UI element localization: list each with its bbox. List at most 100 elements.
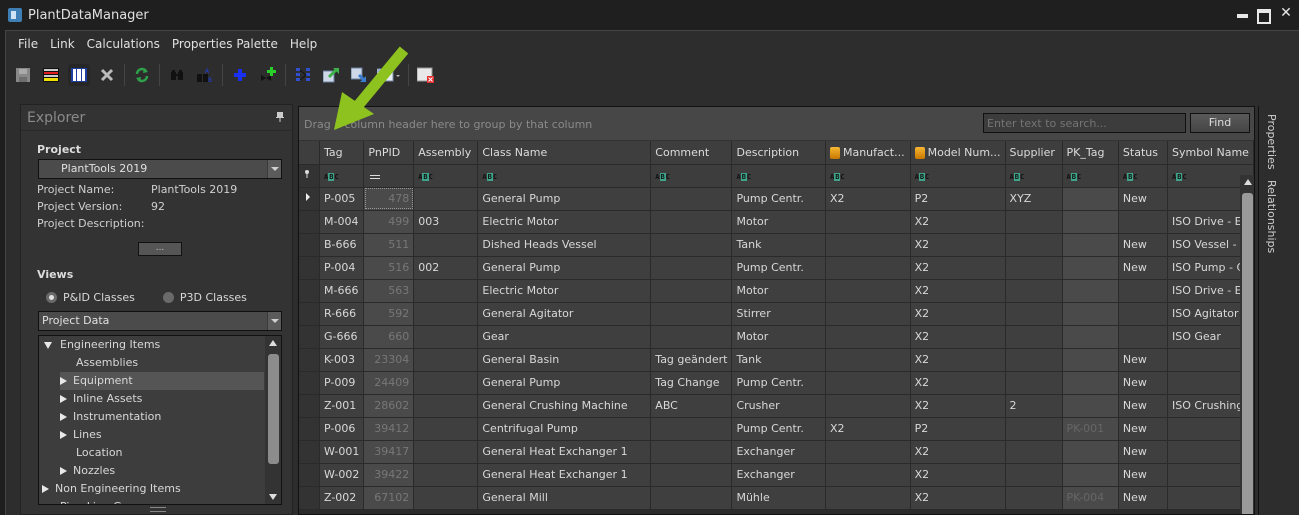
table-row[interactable]: P-004 516 002 General Pump Pump Centr. X2 New I… xyxy=(299,256,1254,280)
cell-comment[interactable]: Tag geändert xyxy=(650,348,733,372)
cell-pnpid[interactable]: 28602 xyxy=(363,394,415,418)
cell-model-number[interactable]: X2 xyxy=(910,233,1006,257)
row-indicator[interactable] xyxy=(299,210,320,234)
column-header-comment[interactable]: Comment xyxy=(650,141,733,165)
find-button[interactable] xyxy=(166,64,188,86)
cell-tag[interactable]: P-005 xyxy=(319,187,365,211)
search-input[interactable] xyxy=(983,113,1186,133)
text-filter-icon[interactable]: ABC xyxy=(1123,173,1138,181)
project-select[interactable]: PlantTools 2019 xyxy=(38,159,282,179)
cell-comment[interactable] xyxy=(650,279,733,303)
cell-description[interactable]: Exchanger xyxy=(731,463,826,487)
row-indicator[interactable] xyxy=(299,302,320,326)
cell-pk-tag[interactable] xyxy=(1062,463,1119,487)
cell-class-name[interactable]: General Basin xyxy=(477,348,652,372)
radio-p3d-classes[interactable] xyxy=(162,292,174,303)
cell-pnpid[interactable]: 39412 xyxy=(363,417,415,441)
cell-assembly[interactable] xyxy=(413,187,479,211)
tree-item-pipe-line-group[interactable]: Pipe Line Group xyxy=(60,498,147,504)
chevron-down-icon[interactable] xyxy=(267,160,281,178)
cell-comment[interactable] xyxy=(650,256,733,280)
cell-pk-tag[interactable] xyxy=(1062,233,1119,257)
cell-pk-tag[interactable] xyxy=(1062,348,1119,372)
cell-tag[interactable]: P-006 xyxy=(319,417,365,441)
cell-model-number[interactable]: X2 xyxy=(910,440,1006,464)
collapsed-icon[interactable] xyxy=(60,395,67,403)
filter-cell-model-number[interactable]: ABC xyxy=(910,164,1006,188)
data-source-select[interactable]: Project Data xyxy=(38,311,282,331)
radio-pid-classes-label[interactable]: P&ID Classes xyxy=(63,291,135,304)
column-header-model-number[interactable]: Model Num... xyxy=(910,141,1006,165)
cell-model-number[interactable]: X2 xyxy=(910,256,1006,280)
row-indicator[interactable] xyxy=(299,440,320,464)
grid-scroll-thumb[interactable] xyxy=(1242,193,1253,514)
cell-comment[interactable] xyxy=(650,233,733,257)
table-row[interactable]: Z-001 28602 General Crushing Machine ABC Cru… xyxy=(299,394,1254,418)
collapsed-icon[interactable] xyxy=(42,485,49,493)
cell-class-name[interactable]: Electric Motor xyxy=(477,279,652,303)
cell-class-name[interactable]: General Pump xyxy=(477,187,652,211)
cell-status[interactable]: New xyxy=(1118,417,1169,441)
cell-supplier[interactable] xyxy=(1005,371,1063,395)
cell-model-number[interactable]: P2 xyxy=(910,187,1006,211)
filter-cell-description[interactable]: ABC xyxy=(731,164,826,188)
cell-comment[interactable] xyxy=(650,325,733,349)
table-row[interactable]: G-666 660 Gear Motor X2 ISO Gear xyxy=(299,325,1254,349)
cell-assembly[interactable]: 002 xyxy=(413,256,479,280)
cell-supplier[interactable] xyxy=(1005,440,1063,464)
tree-item-engineering-items[interactable]: Engineering Items xyxy=(44,336,160,354)
cell-manufacturer[interactable] xyxy=(825,210,911,234)
tab-properties[interactable]: Properties xyxy=(1265,114,1278,170)
cell-description[interactable]: Motor xyxy=(731,210,826,234)
cell-class-name[interactable]: Centrifugal Pump xyxy=(477,417,652,441)
text-filter-icon[interactable]: ABC xyxy=(736,173,751,181)
row-indicator[interactable] xyxy=(299,233,320,257)
export-button[interactable] xyxy=(320,64,342,86)
row-indicator[interactable] xyxy=(299,417,320,441)
cell-assembly[interactable] xyxy=(413,394,479,418)
cell-pnpid[interactable]: 39422 xyxy=(363,463,415,487)
cell-tag[interactable]: B-666 xyxy=(319,233,365,257)
resize-grip-icon[interactable] xyxy=(150,507,166,512)
cell-model-number[interactable]: X2 xyxy=(910,302,1006,326)
column-header-tag[interactable]: Tag xyxy=(319,141,365,165)
cell-tag[interactable]: P-004 xyxy=(319,256,365,280)
cell-pk-tag[interactable] xyxy=(1062,256,1119,280)
project-description-button[interactable]: ... xyxy=(138,242,182,256)
cell-assembly[interactable] xyxy=(413,325,479,349)
expanded-icon[interactable] xyxy=(44,341,52,349)
column-header-pnpid[interactable]: PnPID xyxy=(363,141,415,165)
row-indicator[interactable] xyxy=(299,463,320,487)
table-row[interactable]: M-666 563 Electric Motor Motor X2 ISO Drive -… xyxy=(299,279,1254,303)
column-header-status[interactable]: Status xyxy=(1118,141,1169,165)
row-indicator[interactable] xyxy=(299,279,320,303)
cell-model-number[interactable]: X2 xyxy=(910,394,1006,418)
cell-model-number[interactable]: X2 xyxy=(910,463,1006,487)
cell-assembly[interactable] xyxy=(413,348,479,372)
cell-manufacturer[interactable] xyxy=(825,348,911,372)
refresh-button[interactable] xyxy=(131,64,153,86)
filter-cell-pk-tag[interactable]: ABC xyxy=(1062,164,1119,188)
add-button[interactable] xyxy=(229,64,251,86)
tab-relationships[interactable]: Relationships xyxy=(1265,180,1278,253)
row-indicator[interactable] xyxy=(299,371,320,395)
cell-pk-tag[interactable] xyxy=(1062,187,1119,211)
cell-assembly[interactable] xyxy=(413,417,479,441)
cell-status[interactable]: New xyxy=(1118,187,1169,211)
cell-comment[interactable]: Tag Change xyxy=(650,371,733,395)
radio-p3d-classes-label[interactable]: P3D Classes xyxy=(180,291,247,304)
cell-pnpid[interactable]: 24409 xyxy=(363,371,415,395)
close-button[interactable]: ✕ xyxy=(1279,6,1293,20)
cell-assembly[interactable] xyxy=(413,279,479,303)
collapsed-icon[interactable] xyxy=(60,467,67,475)
minimize-button[interactable] xyxy=(1235,6,1249,20)
cell-supplier[interactable] xyxy=(1005,302,1063,326)
table-row[interactable]: K-003 23304 General Basin Tag geändert Tank X… xyxy=(299,348,1254,372)
column-header-manufacturer[interactable]: Manufact... xyxy=(825,141,911,165)
text-filter-icon[interactable]: ABC xyxy=(418,173,433,181)
pin-icon[interactable] xyxy=(276,112,284,122)
table-row[interactable]: P-006 39412 Centrifugal Pump Pump Centr. X2 P… xyxy=(299,417,1254,441)
cell-comment[interactable]: ABC xyxy=(650,394,733,418)
row-indicator[interactable] xyxy=(299,325,320,349)
cell-pk-tag[interactable] xyxy=(1062,210,1119,234)
